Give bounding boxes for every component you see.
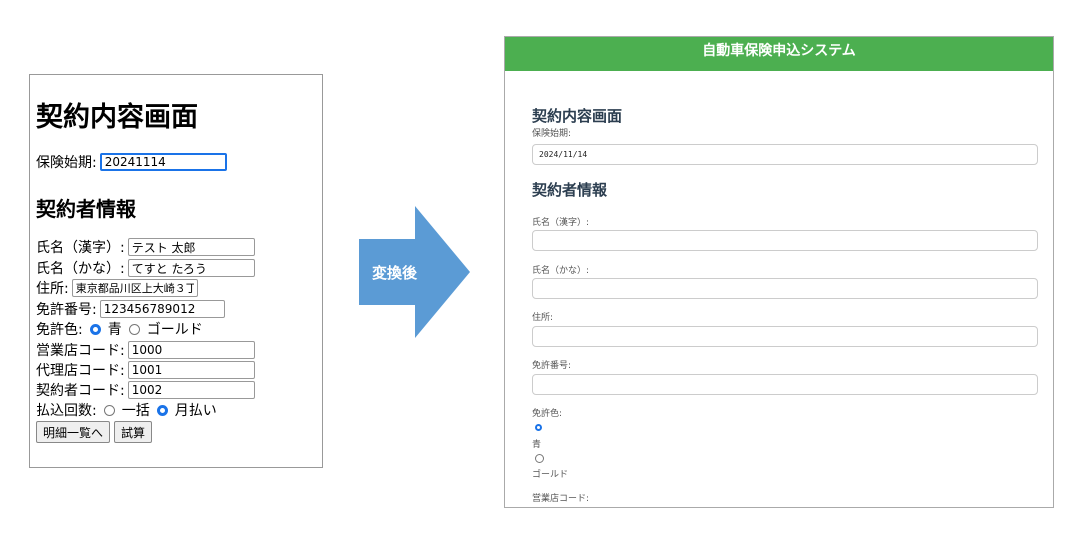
agent-label: 代理店コード: (36, 363, 125, 379)
page-title: 契約内容画面 (36, 102, 198, 133)
address-row: 住所: (36, 278, 198, 298)
option-blue-label: 青 (532, 440, 542, 450)
agent-row: 代理店コード: (36, 360, 255, 380)
license-color-label: 免許色: (532, 409, 563, 419)
branch-row: 営業店コード: (36, 340, 255, 360)
name-kanji-row: 氏名（漢字）: (36, 237, 255, 257)
after-screen: 自動車保険申込システム 契約内容画面 保険始期: 2024/11/14 契約者情… (504, 36, 1054, 508)
name-kana-input[interactable] (532, 278, 1038, 299)
radio-gold[interactable] (535, 454, 544, 463)
name-kana-input[interactable] (127, 259, 255, 277)
radio-blue[interactable] (89, 323, 101, 335)
license-no-label: 免許番号: (532, 361, 572, 371)
branch-label: 営業店コード: (36, 343, 125, 359)
option-gold-label: ゴールド (532, 470, 569, 480)
address-label: 住所: (36, 281, 69, 297)
option-blue-label: 青 (107, 322, 122, 338)
name-kanji-input[interactable] (127, 238, 255, 256)
name-kanji-input[interactable] (532, 230, 1038, 251)
start-date-label: 保険始期: (532, 129, 572, 139)
license-color-label: 免許色: (36, 322, 83, 338)
license-no-row: 免許番号: (36, 299, 225, 319)
section-title: 契約者情報 (36, 197, 136, 221)
name-kana-row: 氏名（かな）: (36, 258, 255, 278)
radio-lump-sum[interactable] (103, 404, 115, 416)
license-color-row: 免許色: 青 ゴールド (36, 319, 203, 339)
detail-list-button[interactable]: 明細一覧へ (36, 421, 111, 443)
option-gold-label: ゴールド (146, 322, 203, 338)
button-row: 明細一覧へ 試算 (36, 421, 153, 443)
calculate-button[interactable]: 試算 (114, 421, 153, 443)
start-date-input[interactable]: 2024/11/14 (532, 144, 1038, 165)
branch-input[interactable] (127, 341, 255, 359)
option-monthly-label: 月払い (174, 403, 217, 419)
contractor-label: 契約者コード: (36, 383, 125, 399)
name-kanji-label: 氏名（漢字）: (532, 218, 590, 228)
page-title: 契約内容画面 (532, 107, 623, 125)
section-title: 契約者情報 (532, 181, 608, 199)
name-kana-label: 氏名（かな）: (532, 266, 590, 276)
address-input[interactable] (71, 279, 198, 297)
before-screen: 契約内容画面 保険始期: 契約者情報 氏名（漢字）: 氏名（かな）: 住所: 免… (29, 74, 323, 468)
license-no-input[interactable] (532, 374, 1038, 395)
start-date-label: 保険始期: (36, 155, 97, 171)
payment-row: 払込回数: 一括 月払い (36, 400, 217, 420)
address-input[interactable] (532, 326, 1038, 347)
radio-blue[interactable] (535, 424, 542, 431)
name-kanji-label: 氏名（漢字）: (36, 240, 125, 256)
start-date-row: 保険始期: (36, 152, 227, 172)
agent-input[interactable] (127, 361, 255, 379)
license-no-input[interactable] (99, 300, 225, 318)
address-label: 住所: (532, 313, 554, 323)
name-kana-label: 氏名（かな）: (36, 261, 125, 277)
radio-monthly[interactable] (156, 404, 168, 416)
arrow-label: 変換後 (372, 264, 418, 282)
contractor-row: 契約者コード: (36, 380, 255, 400)
app-header: 自動車保険申込システム (505, 37, 1053, 71)
radio-gold[interactable] (128, 323, 140, 335)
payment-label: 払込回数: (36, 403, 97, 419)
license-no-label: 免許番号: (36, 302, 97, 318)
branch-label: 営業店コード: (532, 494, 590, 504)
option-lump-sum-label: 一括 (121, 403, 150, 419)
contractor-input[interactable] (127, 381, 255, 399)
start-date-input[interactable] (99, 153, 227, 171)
